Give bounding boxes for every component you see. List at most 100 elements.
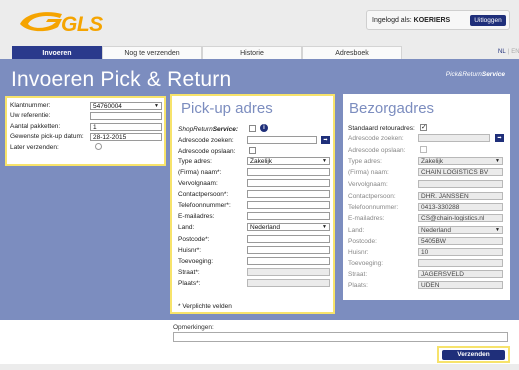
lang-en[interactable]: EN <box>511 49 519 55</box>
email-label: E-mailadres: <box>178 213 215 220</box>
telefoon-input[interactable] <box>247 201 330 209</box>
type-adres-select[interactable]: Zakelijk <box>247 157 330 165</box>
land-select[interactable]: Nederland <box>247 223 330 231</box>
pakketten-label: Aantal pakketten: <box>10 123 61 130</box>
logout-button[interactable]: Uitloggen <box>470 15 506 26</box>
adrescode-zoeken-input <box>418 134 490 142</box>
plaats-field: UDEN <box>418 281 503 289</box>
adrescode-zoeken-label: Adrescode zoeken: <box>178 137 234 144</box>
type-adres-label: Type adres: <box>178 158 212 165</box>
vervolgnaam-field <box>418 180 503 188</box>
toevoeging-field <box>418 259 503 267</box>
email-input[interactable] <box>247 212 330 220</box>
adrescode-zoeken-label: Adrescode zoeken: <box>348 135 404 142</box>
brand-prefix: Pick&Return <box>445 71 482 78</box>
info-icon[interactable]: i <box>260 124 268 132</box>
required-note: * Verplichte velden <box>178 303 232 310</box>
adrescode-opslaan-checkbox[interactable] <box>249 147 256 154</box>
email-field: CS@chain-logistics.nl <box>418 214 503 222</box>
gls-logo[interactable]: GLS <box>18 6 118 40</box>
huisnr-field: 10 <box>418 248 503 256</box>
pickup-date-label: Gewenste pick-up datum: <box>10 133 84 140</box>
plaats-input <box>247 279 330 287</box>
referentie-input[interactable] <box>90 112 162 120</box>
page-title: Invoeren Pick & Return <box>11 68 232 91</box>
adrescode-opslaan-label: Adrescode opslaan: <box>348 147 406 154</box>
adrescode-zoeken-input[interactable] <box>247 136 317 144</box>
plaats-label: Plaats*: <box>178 280 201 287</box>
type-adres-label: Type adres: <box>348 158 382 165</box>
straat-field: JAGERSVELD <box>418 270 503 278</box>
land-select: Nederland <box>418 226 503 234</box>
referentie-label: Uw referentie: <box>10 112 51 119</box>
vervolgnaam-label: Vervolgnaam: <box>348 181 388 188</box>
adrescode-search-button[interactable]: ➡ <box>321 136 330 144</box>
remarks-label: Opmerkingen: <box>173 324 214 331</box>
type-adres-select: Zakelijk <box>418 157 503 165</box>
land-label: Land: <box>348 227 365 234</box>
postcode-input[interactable] <box>247 235 330 243</box>
firma-input[interactable] <box>247 168 330 176</box>
main-tabs: Invoeren Nog te verzenden Historie Adres… <box>12 46 519 59</box>
klantnummer-select[interactable]: 54760004 <box>90 102 162 110</box>
pakketten-input[interactable]: 1 <box>90 123 162 131</box>
shopreturn-label-suffix: Service: <box>212 126 238 133</box>
huisnr-input[interactable] <box>247 246 330 254</box>
firma-label: (Firma) naam*: <box>178 169 222 176</box>
tab-historie[interactable]: Historie <box>202 46 302 59</box>
straat-input <box>247 268 330 276</box>
standaard-retouradres-label: Standaard retouradres: <box>348 125 415 132</box>
email-label: E-mailadres: <box>348 215 385 222</box>
klantnummer-label: Klantnummer: <box>10 102 51 109</box>
contactpersoon-label: Contactpersoon*: <box>178 191 229 198</box>
pickup-date-input[interactable]: 28-12-2015 <box>90 133 162 141</box>
logo-text: GLS <box>61 13 103 36</box>
huisnr-label: Huisnr: <box>348 249 369 256</box>
straat-label: Straat: <box>348 271 368 278</box>
delivery-address-panel: Bezorgadres Standaard retouradres: Adres… <box>343 94 510 300</box>
submit-highlight: Verzenden <box>437 346 510 363</box>
later-verzenden-radio[interactable] <box>95 143 102 150</box>
shopreturn-label: ShopReturnService: <box>178 126 238 133</box>
tab-nog-te-verzenden[interactable]: Nog te verzenden <box>102 46 202 59</box>
pickup-address-panel: Pick-up adres ShopReturnService: i Adres… <box>170 94 335 314</box>
login-box: Ingelogd als: KOERIERS Uitloggen <box>366 10 510 30</box>
login-status: Ingelogd als: KOERIERS <box>372 17 450 24</box>
verzenden-button[interactable]: Verzenden <box>442 350 505 360</box>
toevoeging-label: Toevoeging: <box>348 260 384 267</box>
postcode-field: 5405BW <box>418 237 503 245</box>
shipment-info-panel: Klantnummer: 54760004 Uw referentie: Aan… <box>5 96 166 166</box>
postcode-label: Postcode*: <box>178 236 210 243</box>
vervolgnaam-input[interactable] <box>247 179 330 187</box>
title-bar: Invoeren Pick & Return Pick&ReturnServic… <box>0 59 519 95</box>
lang-nl[interactable]: NL <box>498 49 506 55</box>
toevoeging-input[interactable] <box>247 257 330 265</box>
plaats-label: Plaats: <box>348 282 368 289</box>
contactpersoon-label: Contactpersoon: <box>348 193 396 200</box>
adrescode-opslaan-checkbox <box>420 146 427 153</box>
delivery-title: Bezorgadres <box>349 100 435 117</box>
telefoon-field: 0413-330288 <box>418 203 503 211</box>
contactpersoon-input[interactable] <box>247 190 330 198</box>
huisnr-label: Huisnr*: <box>178 247 202 254</box>
login-user: KOERIERS <box>413 17 451 24</box>
language-switch: NL | EN <box>498 49 519 55</box>
shopreturn-checkbox[interactable] <box>249 125 256 132</box>
tab-adresboek[interactable]: Adresboek <box>302 46 402 59</box>
land-label: Land: <box>178 224 195 231</box>
remarks-input[interactable] <box>173 332 508 342</box>
postcode-label: Postcode: <box>348 238 377 245</box>
adrescode-opslaan-label: Adrescode opslaan: <box>178 148 236 155</box>
shopreturn-label-prefix: ShopReturn <box>178 126 213 133</box>
contactpersoon-field: DHR. JANSSEN <box>418 192 503 200</box>
tab-invoeren[interactable]: Invoeren <box>12 46 102 59</box>
brand-suffix: Service <box>481 71 505 78</box>
straat-label: Straat*: <box>178 269 200 276</box>
pickup-title: Pick-up adres <box>181 100 273 117</box>
vervolgnaam-label: Vervolgnaam: <box>178 180 218 187</box>
adrescode-search-button[interactable]: ➡ <box>495 134 504 142</box>
header: GLS Ingelogd als: KOERIERS Uitloggen <box>0 0 519 42</box>
standaard-retouradres-checkbox[interactable] <box>420 123 427 131</box>
toevoeging-label: Toevoeging: <box>178 258 214 265</box>
login-label: Ingelogd als: <box>372 17 412 24</box>
